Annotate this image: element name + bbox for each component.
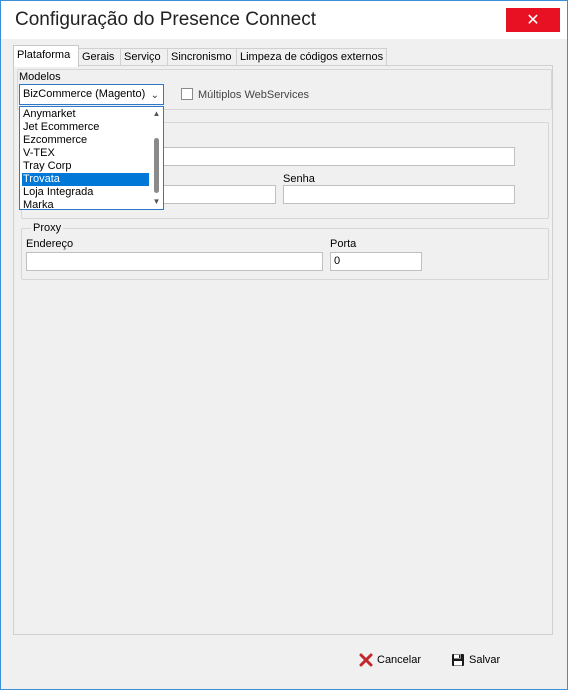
endereco-input[interactable]: [26, 252, 323, 271]
tab-sincronismo[interactable]: Sincronismo: [167, 48, 238, 66]
scroll-up-icon[interactable]: ▲: [151, 109, 162, 119]
modelos-selected-value: BizCommerce (Magento): [23, 88, 146, 100]
dropdown-scrollbar-thumb[interactable]: [154, 138, 159, 193]
tab-limpeza[interactable]: Limpeza de códigos externos: [236, 48, 387, 66]
dropdown-option-ezcommerce[interactable]: Ezcommerce: [22, 134, 149, 147]
multiplos-webservices-checkbox[interactable]: [181, 88, 193, 100]
cancel-label: Cancelar: [377, 654, 422, 666]
modelos-dropdown-list: Anymarket Jet Ecommerce Ezcommerce V-TEX…: [19, 106, 164, 212]
proxy-legend: Proxy: [31, 222, 64, 234]
tab-gerais[interactable]: Gerais: [78, 48, 121, 66]
cancel-button[interactable]: Cancelar: [359, 651, 421, 669]
tab-servico[interactable]: Serviço: [120, 48, 170, 66]
save-label: Salvar: [469, 654, 501, 666]
senha-label: Senha: [283, 173, 315, 185]
title-bar: Configuração do Presence Connect ✕: [1, 1, 567, 39]
dropdown-option-marka[interactable]: Marka: [22, 199, 149, 212]
dropdown-option-trovata[interactable]: Trovata: [22, 173, 149, 186]
senha-input[interactable]: [283, 185, 515, 204]
multiplos-webservices-label: Múltiplos WebServices: [198, 89, 310, 101]
dropdown-option-loja-integrada[interactable]: Loja Integrada: [22, 186, 149, 199]
dropdown-option-jet-ecommerce[interactable]: Jet Ecommerce: [22, 121, 149, 134]
dropdown-option-vtex[interactable]: V-TEX: [22, 147, 149, 160]
endereco-label: Endereço: [26, 238, 74, 250]
close-button[interactable]: ✕: [506, 8, 560, 32]
close-icon: ✕: [526, 12, 540, 29]
floppy-disk-icon: [451, 653, 465, 667]
dropdown-option-anymarket[interactable]: Anymarket: [22, 108, 149, 121]
porta-label: Porta: [330, 238, 357, 250]
chevron-down-icon: ⌄: [150, 90, 159, 101]
cancel-x-icon: [359, 653, 373, 667]
tab-plataforma[interactable]: Plataforma: [13, 45, 79, 67]
save-button[interactable]: Salvar: [451, 651, 500, 669]
dropdown-option-tray-corp[interactable]: Tray Corp: [22, 160, 149, 173]
modelos-combo[interactable]: BizCommerce (Magento) ⌄: [19, 84, 164, 105]
window-title: Configuração do Presence Connect: [15, 9, 317, 30]
porta-input[interactable]: 0: [330, 252, 422, 271]
modelos-label: Modelos: [19, 71, 61, 83]
scroll-down-icon[interactable]: ▼: [151, 197, 162, 207]
